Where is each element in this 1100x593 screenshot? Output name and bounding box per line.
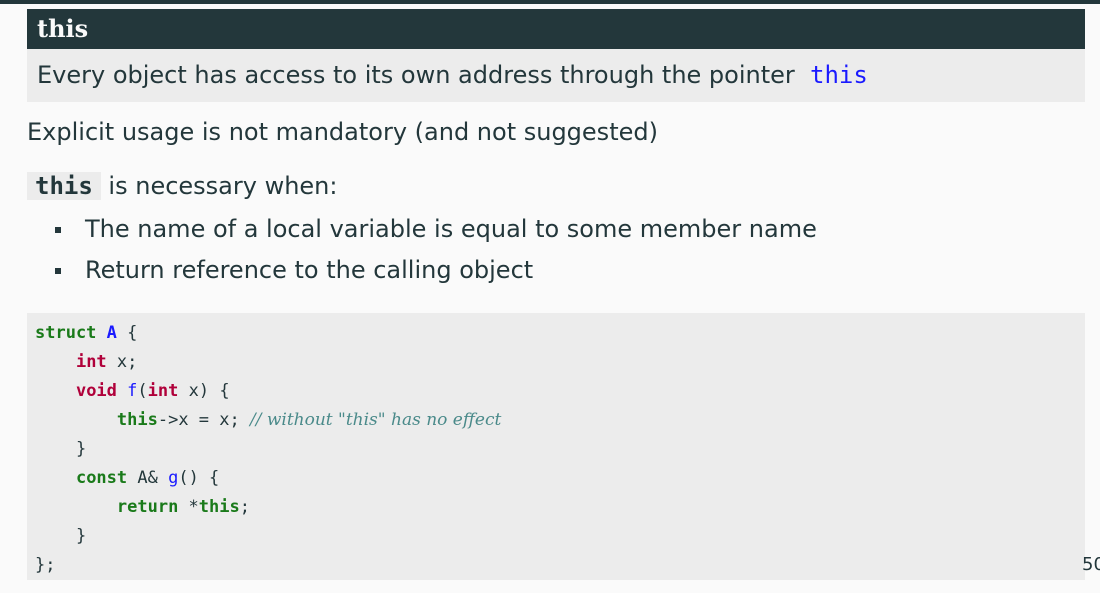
code-line: }: [35, 435, 1085, 464]
code-text: x) {: [178, 381, 230, 401]
code-identifier: f: [127, 381, 138, 401]
code-line: return *this;: [35, 493, 1085, 522]
bullet-square-icon: [55, 268, 61, 274]
block-title: this: [27, 9, 1085, 49]
code-block: struct A { int x; void f(int x) { this->…: [27, 313, 1085, 580]
paragraph-necessary-when: this is necessary when:: [27, 172, 337, 200]
code-text: }: [75, 439, 87, 459]
code-type: int: [75, 352, 107, 372]
paragraph-necessary-text: is necessary when:: [100, 172, 338, 200]
code-comment: // without "this" has no effect: [249, 410, 502, 430]
code-keyword: return: [116, 497, 179, 517]
block-body: Every object has access to its own addre…: [27, 49, 1085, 102]
code-line: void f(int x) {: [35, 377, 1085, 406]
code-line: struct A {: [35, 319, 1085, 348]
top-rule: [0, 0, 1100, 4]
code-text: (: [137, 381, 148, 401]
code-text: A&: [127, 468, 169, 488]
page-number: 50: [1082, 554, 1100, 575]
code-line: const A& g() {: [35, 464, 1085, 493]
code-text: x;: [106, 352, 138, 372]
code-line: this->x = x; // without "this" has no ef…: [35, 406, 1085, 435]
inline-code-this: this: [27, 172, 101, 200]
definition-block: this Every object has access to its own …: [27, 9, 1085, 102]
code-keyword: this: [198, 497, 240, 517]
code-line: };: [35, 551, 1085, 580]
code-line: }: [35, 522, 1085, 551]
block-body-text: Every object has access to its own addre…: [37, 61, 795, 89]
code-text: ->x = x;: [157, 410, 250, 430]
code-keyword: struct: [35, 323, 97, 343]
code-keyword: const: [75, 468, 128, 488]
code-line: int x;: [35, 348, 1085, 377]
code-keyword: this: [116, 410, 158, 430]
code-text: *: [178, 497, 199, 517]
list-item-text: The name of a local variable is equal to…: [85, 215, 817, 243]
bullet-square-icon: [55, 227, 61, 233]
code-identifier: g: [168, 468, 179, 488]
code-identifier: A: [106, 323, 117, 343]
code-type: int: [147, 381, 179, 401]
code-text: ;: [239, 497, 250, 517]
paragraph-explicit-usage: Explicit usage is not mandatory (and not…: [27, 118, 658, 146]
code-type: void: [75, 381, 117, 401]
block-body-keyword: this: [810, 61, 868, 89]
code-text: {: [116, 323, 138, 343]
list-item-text: Return reference to the calling object: [85, 256, 534, 284]
code-text: }: [75, 526, 87, 546]
code-text: };: [35, 555, 56, 575]
code-text: () {: [178, 468, 220, 488]
